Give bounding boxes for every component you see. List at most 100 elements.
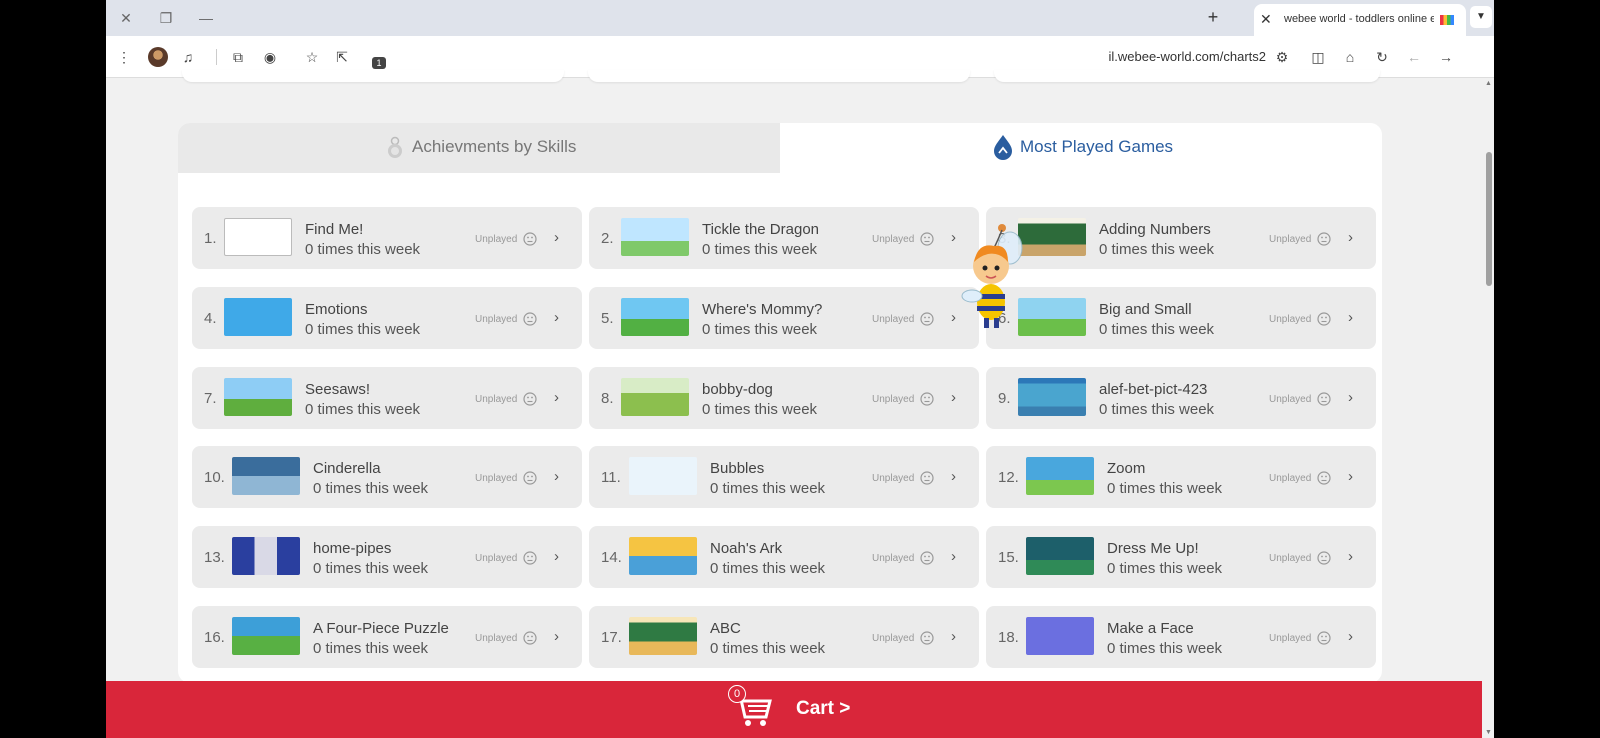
game-thumbnail[interactable] [224,378,292,416]
chevron-right-icon[interactable]: › [554,549,559,564]
game-rank: 12. [998,469,1019,486]
profile-avatar[interactable] [148,47,168,67]
game-card[interactable]: 13. home-pipes 0 times this week Unplayed › [192,526,582,588]
game-thumbnail[interactable] [1026,537,1094,575]
game-name[interactable]: Bubbles [710,460,764,477]
game-card[interactable]: 16. A Four-Piece Puzzle 0 times this week U… [192,606,582,668]
game-rank: 18. [998,629,1019,646]
game-card[interactable]: 6. Big and Small 0 times this week Unplayed… [986,287,1376,349]
game-thumbnail[interactable] [232,617,300,655]
game-name[interactable]: bobby-dog [702,381,773,398]
game-card[interactable]: 5. Where's Mommy? 0 times this week Unplaye… [589,287,979,349]
game-thumbnail[interactable] [232,457,300,495]
game-name[interactable]: Where's Mommy? [702,301,822,318]
close-tab-icon[interactable]: ✕ [1260,11,1272,28]
game-name[interactable]: Make a Face [1107,620,1194,637]
tab-search-chevron-icon[interactable]: ▼ [1470,6,1492,28]
game-name[interactable]: A Four-Piece Puzzle [313,620,449,637]
game-name[interactable]: Tickle the Dragon [702,221,819,238]
game-name[interactable]: Find Me! [305,221,363,238]
game-card[interactable]: 3.Adding Numbers0 times this weekUnplaye… [986,207,1376,269]
tab-most-played-games[interactable]: Most Played Games [780,123,1382,173]
game-card[interactable]: 10. Cinderella 0 times this week Unplayed › [192,446,582,508]
game-name[interactable]: home-pipes [313,540,391,557]
site-settings-icon[interactable]: ⚙ [1272,47,1292,67]
game-card[interactable]: 9. alef-bet-pict-423 0 times this week Unpl… [986,367,1376,429]
chevron-right-icon[interactable]: › [951,230,956,245]
chevron-right-icon[interactable]: › [1348,310,1353,325]
chevron-right-icon[interactable]: › [1348,549,1353,564]
close-window-icon[interactable]: ✕ [114,8,138,28]
cart-bar[interactable]: 0 Cart > [106,681,1482,738]
game-thumbnail[interactable] [621,378,689,416]
game-card[interactable]: 14. Noah's Ark 0 times this week Unplayed › [589,526,979,588]
game-name[interactable]: Adding Numbers [1099,221,1211,238]
browser-tab[interactable]: ✕ webee world - toddlers online e [1254,4,1466,36]
game-card[interactable]: 17. ABC 0 times this week Unplayed › [589,606,979,668]
game-thumbnail[interactable] [224,298,292,336]
game-card[interactable]: 11. Bubbles 0 times this week Unplayed › [589,446,979,508]
restore-window-icon[interactable]: ❐ [154,8,178,28]
game-name[interactable]: Big and Small [1099,301,1192,318]
game-thumbnail[interactable] [629,617,697,655]
chevron-right-icon[interactable]: › [951,629,956,644]
chevron-right-icon[interactable]: › [951,310,956,325]
chevron-right-icon[interactable]: › [1348,469,1353,484]
new-tab-icon[interactable]: + [1202,7,1224,29]
game-name[interactable]: ABC [710,620,741,637]
game-thumbnail[interactable] [621,218,689,256]
reading-list-icon[interactable]: ♫ [178,47,198,67]
game-name[interactable]: Cinderella [313,460,381,477]
share-icon[interactable]: ⇱ [332,47,352,67]
star-icon[interactable]: ☆ [302,47,322,67]
page-scrollbar[interactable]: ▲ ▼ [1484,78,1494,738]
reload-icon[interactable]: ↻ [1372,47,1392,67]
game-name[interactable]: Seesaws! [305,381,370,398]
game-thumbnail[interactable] [232,537,300,575]
shield-icon[interactable]: ◉ [260,47,280,67]
game-card[interactable]: 18. Make a Face 0 times this week Unplayed › [986,606,1376,668]
game-name[interactable]: Zoom [1107,460,1145,477]
chevron-right-icon[interactable]: › [554,629,559,644]
chevron-right-icon[interactable]: › [951,469,956,484]
game-card[interactable]: 15. Dress Me Up! 0 times this week Unplayed… [986,526,1376,588]
chevron-right-icon[interactable]: › [554,390,559,405]
game-thumbnail[interactable] [629,457,697,495]
chevron-right-icon[interactable]: › [951,390,956,405]
chevron-right-icon[interactable]: › [951,549,956,564]
chevron-right-icon[interactable]: › [554,230,559,245]
split-view-icon[interactable]: ◫ [1308,47,1328,67]
game-card[interactable]: 4. Emotions 0 times this week Unplayed › [192,287,582,349]
scroll-down-icon[interactable]: ▼ [1485,729,1492,736]
address-bar[interactable]: ☆ ⇱ il.webee-world.com/charts2 ⚙ [296,41,1300,73]
chevron-right-icon[interactable]: › [554,310,559,325]
game-name[interactable]: Emotions [305,301,368,318]
game-card[interactable]: 2. Tickle the Dragon 0 times this week Unpl… [589,207,979,269]
chevron-right-icon[interactable]: › [554,469,559,484]
extensions-icon[interactable]: ⧉ [228,47,248,67]
game-name[interactable]: Noah's Ark [710,540,782,557]
chevron-right-icon[interactable]: › [1348,629,1353,644]
scroll-thumb[interactable] [1486,152,1492,286]
minimize-window-icon[interactable]: — [194,8,218,28]
chevron-right-icon[interactable]: › [1348,230,1353,245]
game-thumbnail[interactable] [224,218,292,256]
game-thumbnail[interactable] [1026,457,1094,495]
game-name[interactable]: alef-bet-pict-423 [1099,381,1207,398]
game-card[interactable]: 1. Find Me! 0 times this week Unplayed › [192,207,582,269]
game-card[interactable]: 8. bobby-dog 0 times this week Unplayed › [589,367,979,429]
home-icon[interactable]: ⌂ [1340,47,1360,67]
game-card[interactable]: 12. Zoom 0 times this week Unplayed › [986,446,1376,508]
back-icon[interactable]: ← [1404,47,1424,67]
more-menu-icon[interactable]: ⋮ [114,47,134,67]
tab-achievements-by-skills[interactable]: Achievments by Skills [178,123,780,173]
chevron-right-icon[interactable]: › [1348,390,1353,405]
scroll-up-icon[interactable]: ▲ [1485,80,1492,87]
game-name[interactable]: Dress Me Up! [1107,540,1199,557]
game-thumbnail[interactable] [1018,378,1086,416]
game-card[interactable]: 7. Seesaws! 0 times this week Unplayed › [192,367,582,429]
game-thumbnail[interactable] [621,298,689,336]
game-thumbnail[interactable] [629,537,697,575]
game-thumbnail[interactable] [1026,617,1094,655]
forward-icon[interactable]: → [1436,47,1456,67]
